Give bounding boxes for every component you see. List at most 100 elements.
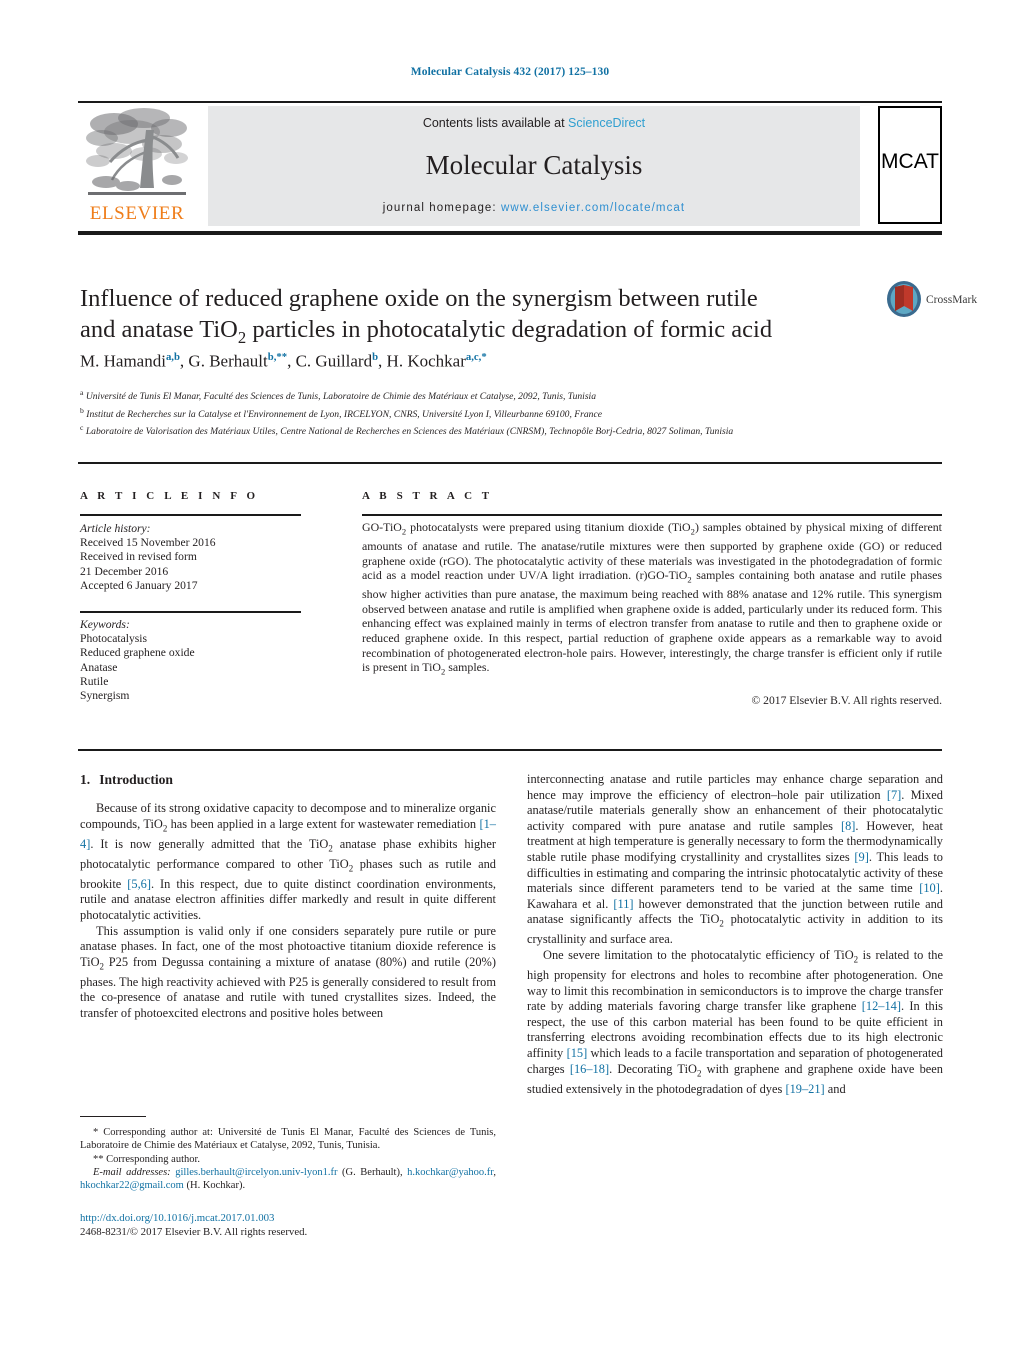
citation-reference[interactable]: [5,6] (127, 877, 151, 891)
title-line-2b: particles in photocatalytic degradation … (246, 316, 773, 343)
section-heading-introduction: 1. Introduction (80, 772, 496, 788)
citation-reference[interactable]: [19–21] (785, 1082, 824, 1096)
email-link-kochkar-gmail[interactable]: hkochkar22@gmail.com (80, 1180, 184, 1191)
section-number: 1. (80, 772, 91, 787)
email-owner-kochkar: (H. Kochkar). (183, 1180, 246, 1192)
article-history-item: 21 December 2016 (80, 564, 169, 578)
footnote-block: * Corresponding author at: Université de… (80, 1126, 496, 1192)
affiliation-list: a Université de Tunis El Manar, Faculté … (80, 386, 880, 439)
paragraph: interconnecting anatase and rutile parti… (527, 772, 943, 948)
affiliation-c-text: Laboratoire de Valorisation des Matériau… (85, 426, 734, 438)
abstract-block-bottom-rule (78, 749, 942, 751)
keywords-block: Keywords: Photocatalysis Reduced graphen… (80, 618, 310, 703)
keywords-label: Keywords: (80, 618, 130, 631)
citation-reference[interactable]: [9] (854, 850, 868, 864)
affiliation-b-text: Institut de Recherches sur la Catalyse e… (86, 408, 602, 420)
author-4: H. Kochkar (386, 351, 466, 371)
affiliation-b-mark: b (80, 405, 84, 415)
paragraph: This assumption is valid only if one con… (80, 924, 496, 1022)
keyword-item: Reduced graphene oxide (80, 646, 195, 660)
journal-masthead: ELSEVIER Contents lists available at Sci… (78, 104, 942, 228)
citation-reference[interactable]: [12–14] (862, 999, 901, 1013)
affiliation-c-mark: c (80, 423, 84, 433)
section-title: Introduction (99, 772, 173, 787)
paragraph: One severe limitation to the photocataly… (527, 948, 943, 1097)
affiliation-c: c Laboratoire de Valorisation des Matéri… (80, 421, 880, 439)
footnote-corresponding-2: ** Corresponding author. (93, 1153, 201, 1165)
keyword-item: Photocatalysis (80, 632, 147, 646)
journal-band: Contents lists available at ScienceDirec… (208, 106, 860, 226)
footnote-separator (80, 1116, 146, 1117)
email-link-berhault[interactable]: gilles.berhault@ircelyon.univ-lyon1.fr (175, 1167, 337, 1178)
article-history-label: Article history: (80, 522, 151, 535)
text-run: One severe limitation to the photocataly… (543, 948, 854, 962)
homepage-link[interactable]: www.elsevier.com/locate/mcat (501, 202, 685, 214)
doi-block: http://dx.doi.org/10.1016/j.mcat.2017.01… (80, 1211, 510, 1239)
footnote-emails: E-mail addresses: gilles.berhault@ircely… (80, 1166, 497, 1192)
email-label: E-mail addresses: (93, 1166, 171, 1178)
title-line-1: Influence of reduced graphene oxide on t… (80, 285, 758, 312)
text-run: and (824, 1081, 846, 1096)
title-subscript: 2 (237, 327, 247, 347)
email-link-kochkar-yahoo[interactable]: h.kochkar@yahoo.fr (407, 1167, 493, 1178)
citation-reference[interactable]: [7] (887, 788, 901, 802)
issn-copyright-line: 2468-8231/© 2017 Elsevier B.V. All right… (80, 1226, 308, 1238)
doi-link[interactable]: http://dx.doi.org/10.1016/j.mcat.2017.01… (80, 1211, 510, 1225)
crossmark-label: CrossMark (926, 294, 978, 306)
paragraph: Because of its strong oxidative capacity… (80, 801, 496, 924)
author-3: C. Guillard (295, 351, 373, 371)
text-run: has been applied in a large extent for w… (167, 816, 480, 831)
text-run: interconnecting anatase and rutile parti… (527, 772, 943, 802)
text-run: . It is now generally admitted that the … (90, 836, 329, 851)
page-title: Influence of reduced graphene oxide on t… (80, 283, 852, 353)
email-owner-berhault: (G. Berhault), (337, 1166, 403, 1178)
elsevier-tree-icon (86, 108, 188, 195)
elsevier-logo: ELSEVIER (78, 106, 196, 226)
footnote-corresponding-1: * Corresponding author at: Université de… (80, 1127, 496, 1152)
affiliation-a-text: Université de Tunis El Manar, Faculté de… (85, 391, 597, 403)
contents-prefix: Contents lists available at (422, 116, 569, 130)
abstract-heading: A B S T R A C T (362, 490, 493, 502)
keyword-item: Rutile (80, 674, 109, 688)
citation-reference[interactable]: [15] (567, 1046, 588, 1060)
keyword-item: Synergism (80, 689, 130, 703)
author-1-affil[interactable]: a,b (166, 351, 180, 363)
article-history: Article history: Received 15 November 20… (80, 522, 310, 593)
article-info-heading: A R T I C L E I N F O (80, 490, 259, 502)
elsevier-wordmark: ELSEVIER (89, 203, 185, 224)
article-page: Molecular Catalysis 432 (2017) 125–130 E… (0, 0, 1020, 1351)
author-1: M. Hamandi (80, 351, 166, 371)
crossmark-badge[interactable]: CrossMark (886, 280, 977, 324)
keywords-rule (80, 611, 301, 613)
author-3-affil[interactable]: b (372, 351, 378, 363)
journal-homepage-line: journal homepage: www.elsevier.com/locat… (208, 202, 860, 214)
crossmark-icon[interactable] (886, 280, 922, 318)
author-2: G. Berhault (188, 351, 268, 371)
body-column-left: 1. Introduction Because of its strong oxi… (80, 772, 496, 1022)
abstract-copyright: © 2017 Elsevier B.V. All rights reserved… (751, 694, 942, 707)
contents-available-line: Contents lists available at ScienceDirec… (208, 116, 860, 130)
citation-reference[interactable]: [8] (841, 819, 855, 833)
citation-reference[interactable]: [10] (919, 881, 940, 895)
text-run: P25 from Degussa containing a mixture of… (80, 954, 496, 1020)
citation-reference[interactable]: [16–18] (570, 1062, 609, 1076)
journal-badge-label: MCAT (881, 150, 939, 173)
journal-badge-mcat: MCAT (878, 106, 942, 224)
abstract-rule (362, 514, 942, 516)
author-2-affil[interactable]: b,** (268, 351, 287, 363)
keyword-item: Anatase (80, 660, 118, 674)
abstract-block-top-rule (78, 462, 942, 464)
article-history-item: Received in revised form (80, 550, 197, 564)
author-4-affil[interactable]: a,c,* (466, 351, 487, 363)
sciencedirect-link[interactable]: ScienceDirect (568, 116, 645, 130)
citation-reference[interactable]: [11] (613, 897, 633, 911)
affiliation-a: a Université de Tunis El Manar, Faculté … (80, 386, 880, 404)
homepage-prefix: journal homepage: (382, 202, 502, 214)
abstract-text: GO-TiO2 photocatalysts were prepared usi… (362, 520, 942, 679)
abstract-seg-2: photocatalysts were prepared using titan… (406, 520, 691, 534)
abstract-seg-4: samples containing both anatase and ruti… (362, 568, 943, 675)
affiliation-b: b Institut de Recherches sur la Catalyse… (80, 404, 880, 422)
title-line-2a: and anatase TiO (80, 316, 238, 343)
masthead-top-rule (78, 101, 942, 103)
author-list: M. Hamandia,b, G. Berhaultb,**, C. Guill… (80, 351, 487, 371)
